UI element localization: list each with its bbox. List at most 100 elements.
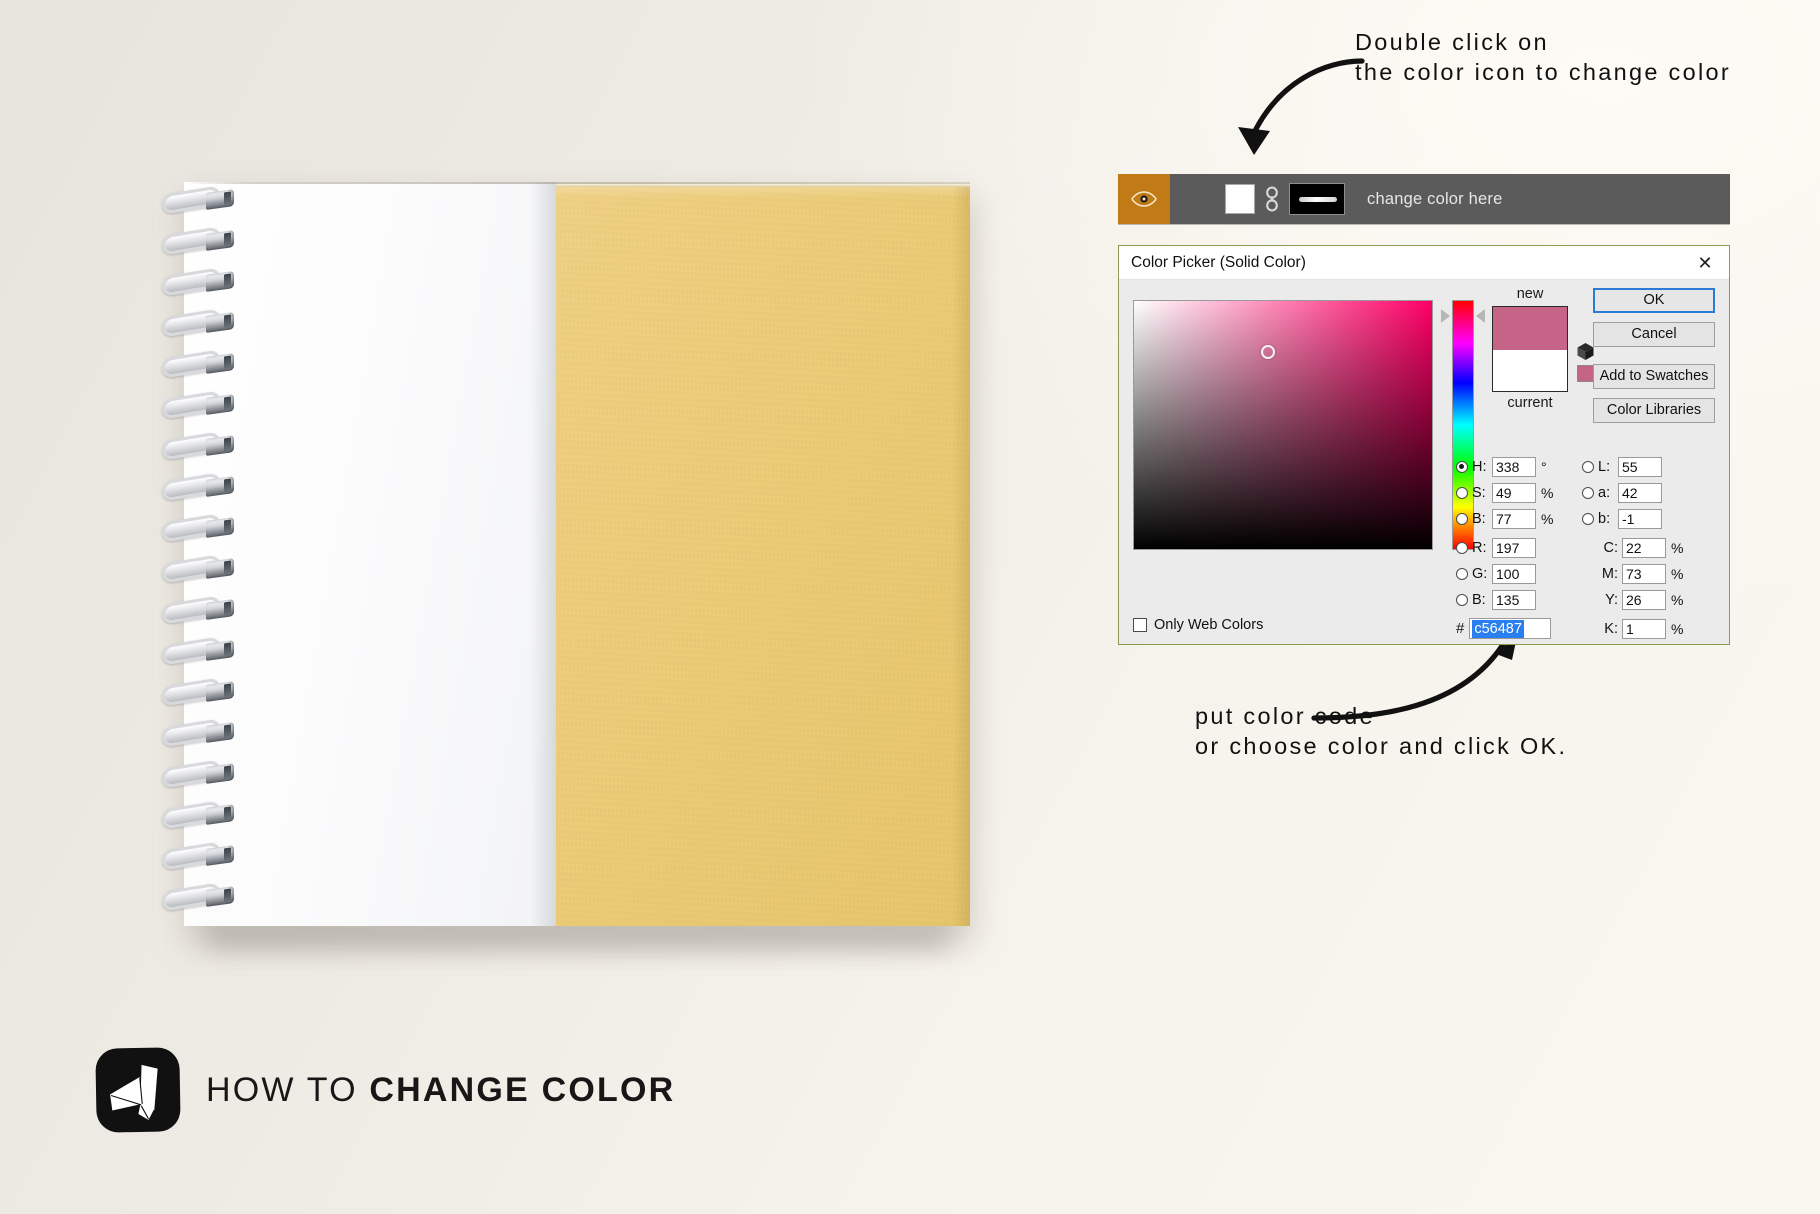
saturation-brightness-field[interactable]: [1133, 300, 1433, 550]
eye-visibility-icon: [1131, 191, 1157, 207]
lab-l-input[interactable]: [1618, 456, 1662, 477]
color-field-cursor[interactable]: [1261, 344, 1276, 359]
rgb-r-radio[interactable]: [1456, 541, 1468, 554]
notebook-yellow-cover: [556, 182, 970, 926]
cmyk-c-row[interactable]: C:%: [1582, 536, 1718, 559]
spiral-clip: [206, 476, 234, 497]
layer-name-label[interactable]: change color here: [1367, 190, 1503, 209]
rgb-r-input[interactable]: [1492, 537, 1536, 558]
k-field-row[interactable]: K: %: [1582, 617, 1718, 640]
lab-a-radio[interactable]: [1582, 486, 1594, 499]
hsb-s-unit: %: [1541, 484, 1554, 501]
add-to-swatches-button[interactable]: Add to Swatches: [1593, 364, 1715, 389]
dialog-title: Color Picker (Solid Color): [1131, 253, 1306, 271]
hsb-h-row[interactable]: H: °: [1456, 455, 1576, 478]
preview-new-color[interactable]: [1493, 307, 1567, 350]
color-picker-dialog[interactable]: Color Picker (Solid Color) ✕ new current…: [1118, 245, 1730, 645]
cmyk-m-input[interactable]: [1622, 563, 1666, 584]
layer-thumbnails[interactable]: [1225, 183, 1345, 215]
cmyk-c-label: C:: [1603, 539, 1619, 556]
rgb-r-label: R:: [1472, 539, 1487, 556]
color-preview: new current: [1492, 286, 1568, 411]
title-bold-part: CHANGE COLOR: [369, 1070, 676, 1109]
hsb-b-unit: %: [1541, 510, 1554, 527]
hue-marker-left-icon[interactable]: [1441, 309, 1450, 323]
ok-button[interactable]: OK: [1593, 288, 1715, 313]
rgb-b-row[interactable]: B:: [1456, 588, 1576, 611]
hsb-b-label: B:: [1472, 510, 1486, 527]
lab-b-row[interactable]: b:: [1582, 507, 1718, 530]
spiral-clip: [206, 763, 234, 784]
spiral-clip: [206, 271, 234, 292]
layer-mask-thumbnail[interactable]: [1289, 183, 1345, 215]
spiral-coil: [160, 800, 236, 830]
hue-marker-right-icon[interactable]: [1476, 309, 1485, 323]
cmyk-m-row[interactable]: M:%: [1582, 562, 1718, 585]
lab-l-radio[interactable]: [1582, 460, 1594, 473]
rgb-g-row[interactable]: G:: [1456, 562, 1576, 585]
spiral-clip: [206, 394, 234, 415]
hsb-b-radio[interactable]: [1456, 512, 1468, 525]
layer-color-thumbnail[interactable]: [1225, 184, 1255, 214]
hsb-h-input[interactable]: [1492, 456, 1536, 477]
gamut-alt-swatch[interactable]: [1576, 365, 1594, 382]
hex-input-value[interactable]: c56487: [1472, 619, 1524, 638]
rgb-b-input[interactable]: [1492, 589, 1536, 610]
hsb-b-row[interactable]: B:%: [1456, 507, 1576, 530]
spiral-clip: [206, 722, 234, 743]
lab-a-row[interactable]: a:: [1582, 481, 1718, 504]
hsb-s-label: S:: [1472, 484, 1486, 501]
paper-stack-logo-icon: [95, 1047, 181, 1133]
close-icon[interactable]: ✕: [1691, 251, 1719, 275]
hsb-s-input[interactable]: [1492, 482, 1536, 503]
chain-link-icon[interactable]: [1264, 186, 1280, 212]
cmyk-c-unit: %: [1671, 539, 1684, 556]
cmyk-y-input[interactable]: [1622, 589, 1666, 610]
spiral-coil: [160, 349, 236, 379]
cmyk-y-row[interactable]: Y:%: [1582, 588, 1718, 611]
preview-current-label: current: [1507, 395, 1553, 411]
hsb-b-input[interactable]: [1492, 508, 1536, 529]
curved-arrow-up-right-icon: [1311, 632, 1518, 721]
rgb-g-input[interactable]: [1492, 563, 1536, 584]
hsb-s-radio[interactable]: [1456, 486, 1468, 499]
lab-a-input[interactable]: [1618, 482, 1662, 503]
cancel-button[interactable]: Cancel: [1593, 322, 1715, 347]
k-input[interactable]: [1622, 618, 1666, 639]
cube-warning-icon[interactable]: [1576, 342, 1595, 361]
lab-b-input[interactable]: [1618, 508, 1662, 529]
hsb-s-row[interactable]: S:%: [1456, 481, 1576, 504]
k-label: K:: [1604, 620, 1618, 637]
annotation-top-line2: the color icon to change color: [1355, 58, 1731, 85]
rgb-b-radio[interactable]: [1456, 593, 1468, 606]
spiral-coil: [160, 677, 236, 707]
color-libraries-button[interactable]: Color Libraries: [1593, 398, 1715, 423]
hex-input[interactable]: c56487: [1469, 618, 1552, 639]
spiral-coil: [160, 390, 236, 420]
k-field-group: K: %: [1582, 617, 1718, 643]
only-web-colors-row[interactable]: Only Web Colors: [1133, 617, 1263, 633]
spiral-clip: [206, 353, 234, 374]
rgb-g-label: G:: [1472, 565, 1488, 582]
hsb-h-label: H:: [1472, 458, 1487, 475]
cmyk-c-input[interactable]: [1622, 537, 1666, 558]
photoshop-layer-row[interactable]: change color here: [1118, 174, 1730, 224]
hsb-h-radio[interactable]: [1456, 460, 1468, 473]
lab-b-radio[interactable]: [1582, 512, 1594, 525]
spiral-clip: [206, 845, 234, 866]
spiral-coil: [160, 308, 236, 338]
cmyk-y-unit: %: [1671, 591, 1684, 608]
spiral-coil: [160, 554, 236, 584]
layer-visibility-toggle[interactable]: [1118, 174, 1170, 224]
preview-current-color[interactable]: [1493, 350, 1567, 391]
annotation-top: Double click on the color icon to change…: [1355, 28, 1731, 87]
hex-field-row[interactable]: # c56487: [1456, 617, 1576, 640]
spiral-coil: [160, 841, 236, 871]
only-web-colors-checkbox[interactable]: [1133, 618, 1147, 632]
curved-arrow-down-left-icon: [1238, 58, 1365, 155]
rgb-r-row[interactable]: R:: [1456, 536, 1576, 559]
preview-swatch-box[interactable]: [1492, 306, 1568, 392]
lab-l-row[interactable]: L:: [1582, 455, 1718, 478]
rgb-g-radio[interactable]: [1456, 567, 1468, 580]
spiral-coil: [160, 595, 236, 625]
